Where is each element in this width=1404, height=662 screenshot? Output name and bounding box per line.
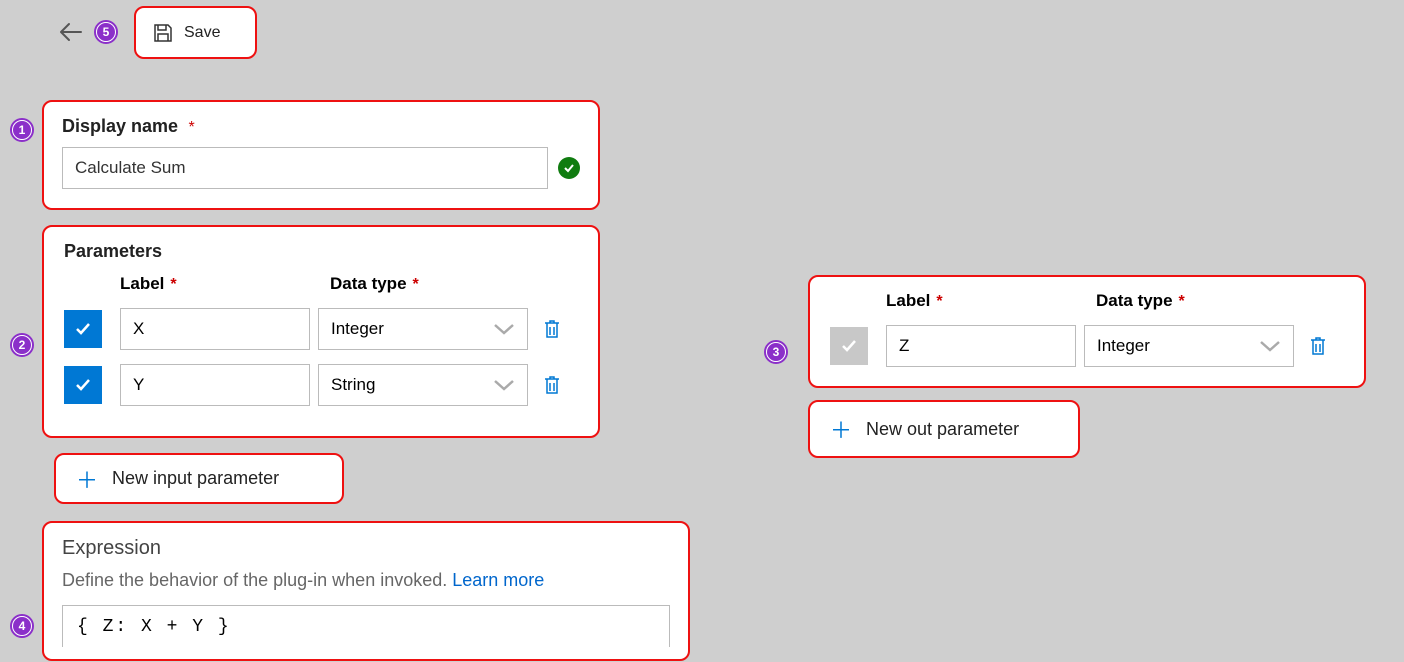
param-type-dropdown-1[interactable]: String <box>318 364 528 406</box>
valid-icon <box>558 157 580 179</box>
chevron-down-icon <box>493 322 515 336</box>
param-row-1: String <box>64 364 578 406</box>
step-badge-4: 4 <box>10 614 34 638</box>
delete-out-0[interactable] <box>1308 335 1328 357</box>
new-output-button[interactable]: ＋ New out parameter <box>810 402 1078 456</box>
step-badge-3: 3 <box>764 340 788 364</box>
learn-more-link[interactable]: Learn more <box>452 570 544 590</box>
display-name-label: Display name <box>62 116 178 137</box>
expression-label: Expression <box>62 537 670 560</box>
param-type-dropdown-0[interactable]: Integer <box>318 308 528 350</box>
param-checkbox-0[interactable] <box>64 310 102 348</box>
new-output-highlight: ＋ New out parameter <box>808 400 1080 458</box>
expression-desc: Define the behavior of the plug-in when … <box>62 570 452 590</box>
output-parameters-section: Label* Data type* Integer <box>808 275 1366 388</box>
parameters-section: Parameters Label* Data type* Integer Str… <box>42 225 600 438</box>
param-header-label: Label <box>120 274 164 293</box>
param-type-value-1: String <box>331 375 375 395</box>
param-row-0: Integer <box>64 308 578 350</box>
new-output-label: New out parameter <box>866 419 1019 440</box>
out-header-label: Label <box>886 291 930 310</box>
step-badge-5: 5 <box>94 20 118 44</box>
param-checkbox-1[interactable] <box>64 366 102 404</box>
new-input-label: New input parameter <box>112 468 279 489</box>
parameters-label: Parameters <box>64 241 162 262</box>
plus-icon: ＋ <box>76 463 98 495</box>
param-type-value-0: Integer <box>331 319 384 339</box>
out-checkbox-0[interactable] <box>830 327 868 365</box>
new-input-highlight: ＋ New input parameter <box>54 453 344 504</box>
expression-input[interactable]: { Z: X + Y } <box>62 605 670 647</box>
required-star: * <box>189 119 195 136</box>
param-label-input-0[interactable] <box>120 308 310 350</box>
plus-icon: ＋ <box>830 413 852 445</box>
param-header-type: Data type <box>330 274 407 293</box>
expression-section: Expression Define the behavior of the pl… <box>42 521 690 661</box>
step-badge-1: 1 <box>10 118 34 142</box>
display-name-input[interactable] <box>62 147 548 189</box>
chevron-down-icon <box>1259 339 1281 353</box>
out-label-input-0[interactable] <box>886 325 1076 367</box>
delete-param-0[interactable] <box>542 318 562 340</box>
out-type-value-0: Integer <box>1097 336 1150 356</box>
out-type-dropdown-0[interactable]: Integer <box>1084 325 1294 367</box>
out-header-type: Data type <box>1096 291 1173 310</box>
step-badge-2: 2 <box>10 333 34 357</box>
save-label: Save <box>184 24 220 42</box>
save-button[interactable]: Save <box>136 8 255 57</box>
display-name-section: Display name * <box>42 100 600 210</box>
save-button-highlight: Save <box>134 6 257 59</box>
delete-param-1[interactable] <box>542 374 562 396</box>
save-icon <box>152 22 174 44</box>
out-row-0: Integer <box>830 325 1344 367</box>
new-input-button[interactable]: ＋ New input parameter <box>56 455 342 502</box>
chevron-down-icon <box>493 378 515 392</box>
back-icon[interactable] <box>58 22 82 42</box>
expression-value: { Z: X + Y } <box>77 617 231 637</box>
param-label-input-1[interactable] <box>120 364 310 406</box>
